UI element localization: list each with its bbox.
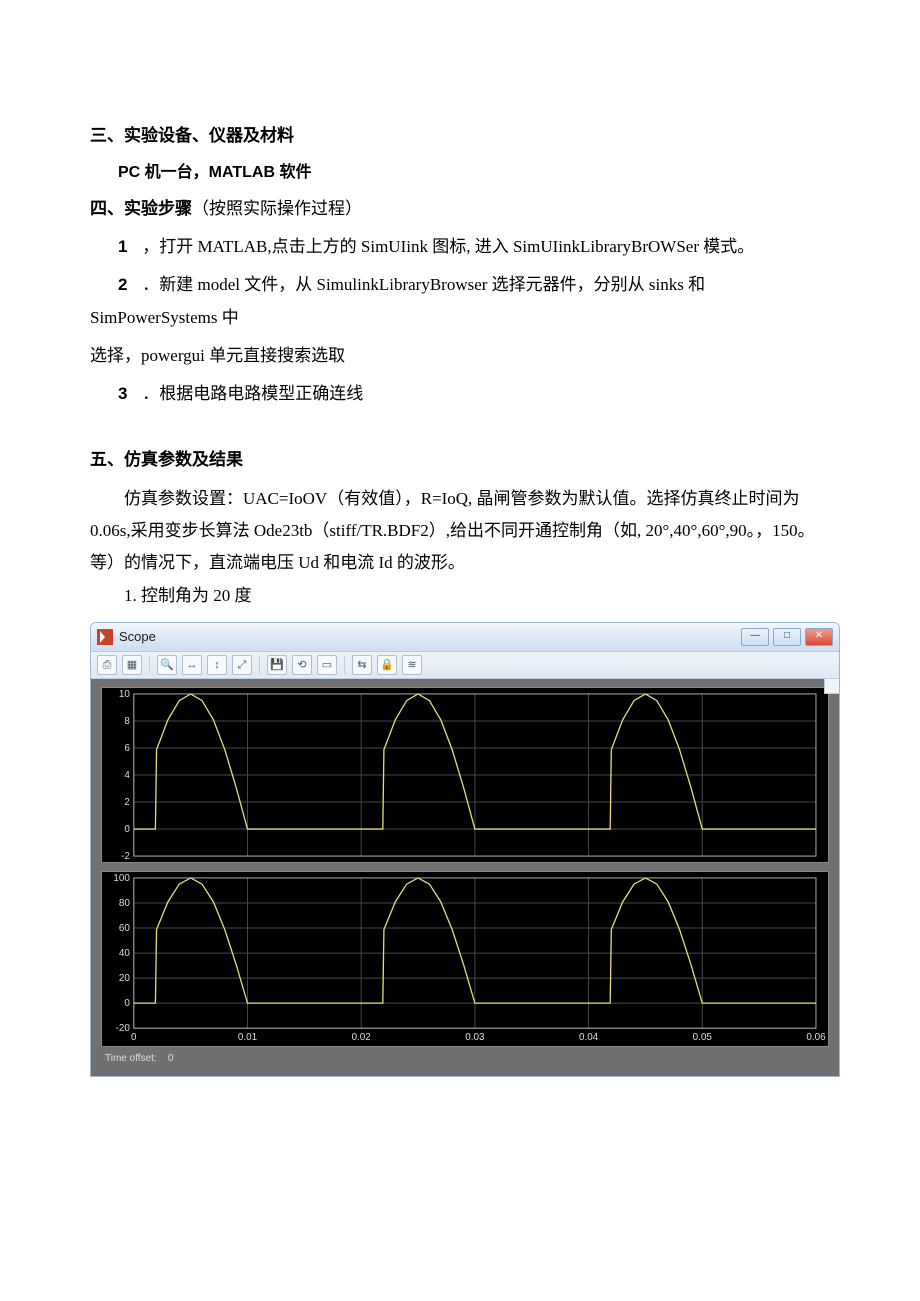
print-icon[interactable]: ⎙ (97, 655, 117, 675)
toolbar-corner-icon (824, 679, 839, 694)
axes-1[interactable]: -2 0 2 4 6 8 10 (101, 687, 829, 863)
time-offset: Time offset: 0 (101, 1047, 829, 1072)
section-5-para: 仿真参数设置：UAC=IoOV（有效值），R=IoQ, 晶闸管参数为默认值。选择… (90, 483, 830, 580)
section-4-heading: 四、实验步骤 (90, 199, 192, 218)
section-3-subtext: PC 机一台，MATLAB 软件 (118, 158, 830, 188)
svg-text:0: 0 (124, 824, 130, 835)
matlab-icon (97, 629, 113, 645)
sync-icon[interactable]: ⇆ (352, 655, 372, 675)
scope-titlebar[interactable]: Scope — □ ✕ (91, 623, 839, 652)
section-5-heading: 五、仿真参数及结果 (90, 444, 830, 476)
svg-text:0.03: 0.03 (465, 1032, 485, 1043)
scope-window: Scope — □ ✕ ⎙ ▦ 🔍 ↔ ↕ ⤢ 💾 ⟲ ▭ ⇆ (90, 622, 840, 1077)
svg-text:0.05: 0.05 (693, 1032, 713, 1043)
time-offset-label: Time offset: (105, 1053, 157, 1064)
svg-text:20: 20 (119, 973, 130, 984)
zoom-in-icon[interactable]: 🔍 (157, 655, 177, 675)
autoscale-icon[interactable]: ⤢ (232, 655, 252, 675)
axes-1-svg: -2 0 2 4 6 8 10 (102, 688, 828, 862)
zoom-x-icon[interactable]: ↔ (182, 655, 202, 675)
svg-text:100: 100 (113, 873, 130, 884)
step-1: 1 ，打开 MATLAB,点击上方的 SimUIink 图标, 进入 SimUI… (90, 231, 830, 263)
svg-text:0: 0 (131, 1032, 137, 1043)
save-icon[interactable]: 💾 (267, 655, 287, 675)
svg-text:-20: -20 (116, 1023, 131, 1034)
svg-text:2: 2 (124, 797, 129, 808)
scope-plot-body: -20246810 -2002040608010000.010.020.030.… (91, 679, 839, 1076)
svg-text:8: 8 (124, 716, 130, 727)
minimize-button[interactable]: — (741, 628, 769, 646)
section-5-item1: 1. 控制角为 20 度 (90, 580, 830, 612)
document-page: 三、实验设备、仪器及材料 PC 机一台，MATLAB 软件 四、实验步骤（按照实… (0, 0, 920, 1137)
svg-text:-2: -2 (121, 851, 130, 862)
svg-text:0.04: 0.04 (579, 1032, 599, 1043)
svg-text:0.02: 0.02 (352, 1032, 371, 1043)
section-4-heading-line: 四、实验步骤（按照实际操作过程） (90, 193, 830, 225)
signal-icon[interactable]: ≋ (402, 655, 422, 675)
step-3: 3 ．根据电路电路模型正确连线 (90, 378, 830, 410)
step-3-text: ．根据电路电路模型正确连线 (138, 384, 363, 403)
window-buttons: — □ ✕ (741, 628, 833, 646)
time-offset-value: 0 (168, 1053, 174, 1064)
params-icon[interactable]: ▦ (122, 655, 142, 675)
scope-toolbar-wrap: ⎙ ▦ 🔍 ↔ ↕ ⤢ 💾 ⟲ ▭ ⇆ 🔒 ≋ (91, 652, 839, 679)
svg-text:40: 40 (119, 948, 130, 959)
restore-icon[interactable]: ⟲ (292, 655, 312, 675)
step-2-cont: 选择，powergui 单元直接搜索选取 (90, 340, 830, 372)
svg-text:60: 60 (119, 923, 130, 934)
step-2-text: ．新建 model 文件，从 SimulinkLibraryBrowser 选择… (90, 275, 705, 326)
step-3-number: 3 (118, 378, 138, 410)
section-4-heading-note: （按照实际操作过程） (192, 199, 362, 218)
scope-toolbar: ⎙ ▦ 🔍 ↔ ↕ ⤢ 💾 ⟲ ▭ ⇆ 🔒 ≋ (91, 652, 839, 679)
maximize-button[interactable]: □ (773, 628, 801, 646)
step-2: 2 ．新建 model 文件，从 SimulinkLibraryBrowser … (90, 269, 830, 334)
svg-text:6: 6 (124, 743, 130, 754)
step-1-text: ，打开 MATLAB,点击上方的 SimUIink 图标, 进入 SimUIin… (138, 237, 754, 256)
zoom-y-icon[interactable]: ↕ (207, 655, 227, 675)
section-3-heading: 三、实验设备、仪器及材料 (90, 120, 830, 152)
float-icon[interactable]: ▭ (317, 655, 337, 675)
axes-2[interactable]: -2002040608010000.010.020.030.040.050.06 (101, 871, 829, 1047)
svg-text:10: 10 (119, 689, 130, 700)
svg-text:4: 4 (124, 770, 130, 781)
step-1-number: 1 (118, 231, 138, 263)
scope-title: Scope (119, 625, 156, 650)
svg-text:80: 80 (119, 898, 130, 909)
lock-icon[interactable]: 🔒 (377, 655, 397, 675)
svg-text:0: 0 (124, 998, 130, 1009)
axes-2-svg: -2002040608010000.010.020.030.040.050.06 (102, 872, 828, 1046)
step-2-number: 2 (118, 269, 138, 301)
svg-text:0.01: 0.01 (238, 1032, 258, 1043)
close-button[interactable]: ✕ (805, 628, 833, 646)
svg-text:0.06: 0.06 (806, 1032, 826, 1043)
